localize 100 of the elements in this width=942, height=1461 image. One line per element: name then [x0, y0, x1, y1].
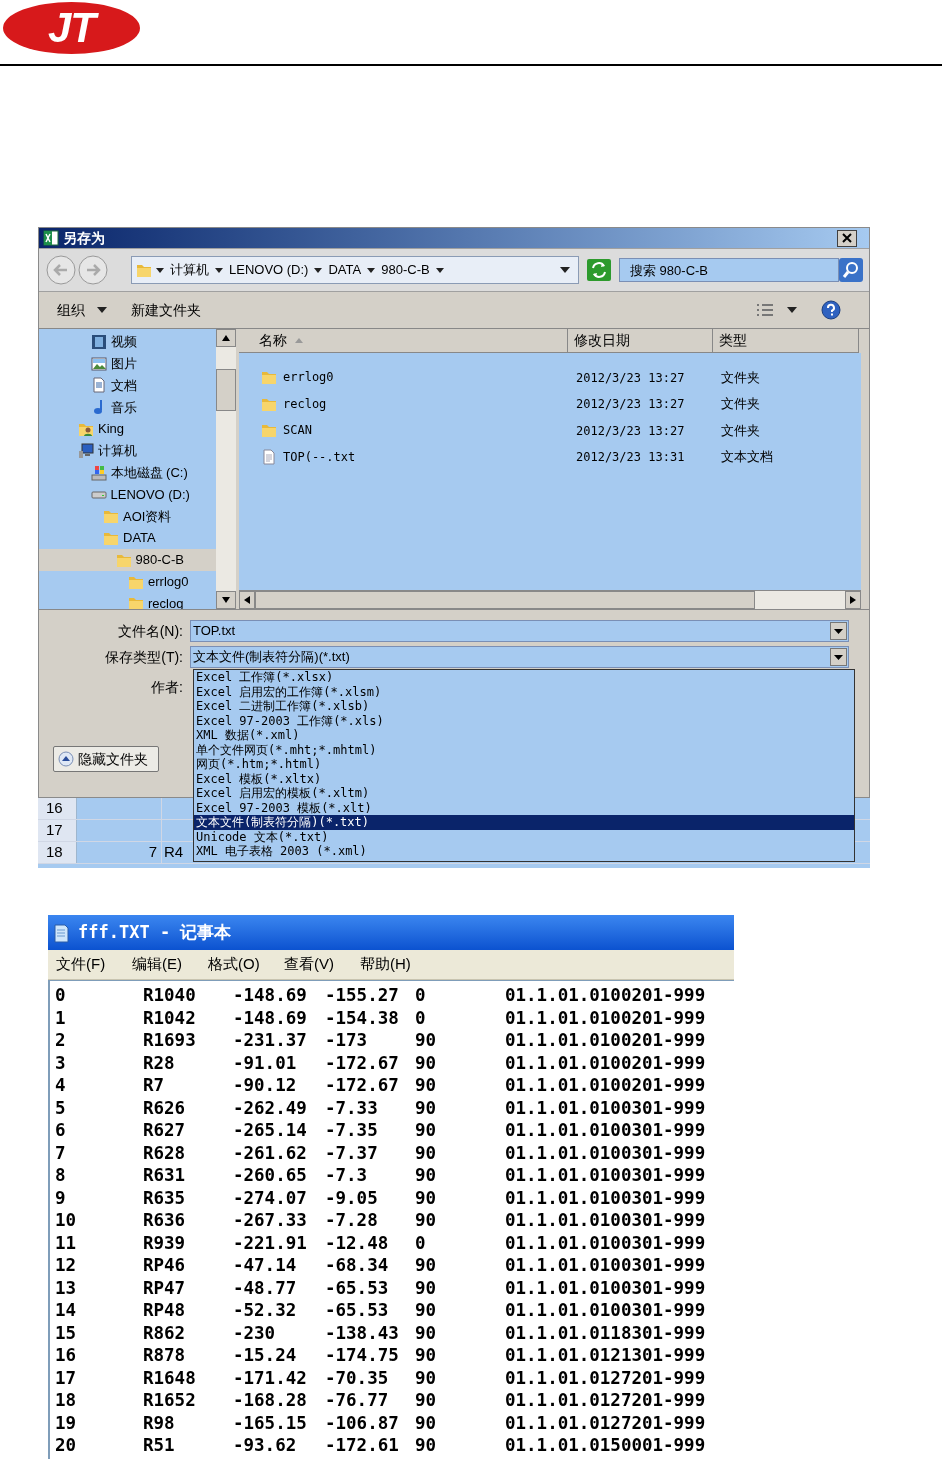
- row-header: 16: [38, 798, 77, 819]
- window-title: fff.TXT - 记事本: [78, 920, 232, 944]
- dropdown-option[interactable]: XML 电子表格 2003 (*.xml): [194, 844, 854, 859]
- tree-item[interactable]: 图片: [39, 352, 216, 375]
- text-cell: -171.42: [233, 1367, 307, 1388]
- text-cell: -172.67: [325, 1052, 399, 1073]
- menu-item[interactable]: 帮助(H): [360, 953, 436, 976]
- text-cell: 13: [55, 1277, 77, 1298]
- text-cell: 90: [415, 1052, 437, 1073]
- breadcrumb[interactable]: LENOVO (D:): [227, 260, 311, 280]
- dropdown-option[interactable]: Excel 工作簿(*.xlsx): [194, 670, 854, 685]
- field-label: 文件名(N):: [117, 622, 183, 639]
- tree-item[interactable]: King: [39, 418, 216, 440]
- tree-item[interactable]: 音乐: [39, 396, 216, 419]
- text-cell: -12.48: [325, 1232, 389, 1253]
- menu-item[interactable]: 格式(O): [208, 953, 284, 976]
- dropdown-option[interactable]: 网页(*.htm;*.html): [194, 757, 854, 772]
- view-list-icon[interactable]: [755, 302, 775, 318]
- text-cell: -65.53: [325, 1277, 389, 1298]
- refresh-icon[interactable]: [587, 259, 611, 281]
- address-bar[interactable]: 计算机 LENOVO (D:) DATA 980-C-B: [131, 256, 579, 284]
- tree-item[interactable]: 视频: [39, 331, 216, 353]
- logo: JT: [3, 2, 140, 54]
- column-header[interactable]: 修改日期: [568, 329, 713, 353]
- scrollbar-thumb[interactable]: [255, 591, 755, 609]
- row-header: 17: [38, 820, 77, 841]
- help-icon[interactable]: [821, 300, 841, 320]
- window-title: 另存为: [63, 228, 105, 248]
- text-cell: R28: [143, 1052, 175, 1073]
- text-cell: 15: [55, 1322, 77, 1343]
- tree-item[interactable]: errlog0: [39, 570, 216, 593]
- dropdown-option[interactable]: 单个文件网页(*.mht;*.mhtml): [194, 742, 854, 757]
- caret-icon[interactable]: [787, 307, 797, 313]
- text-cell: 90: [415, 1412, 437, 1433]
- dropdown-option[interactable]: 文本文件(制表符分隔)(*.txt): [194, 815, 854, 830]
- text-cell: 9: [55, 1187, 66, 1208]
- tree-item[interactable]: 计算机: [39, 440, 216, 462]
- text-cell: 7: [55, 1142, 66, 1163]
- text-cell: -261.62: [233, 1142, 307, 1163]
- search-icon[interactable]: [839, 258, 863, 282]
- text-cell: -76.77: [325, 1390, 389, 1411]
- tree-item[interactable]: AOI资料: [39, 505, 216, 528]
- text-cell: 0: [415, 1232, 426, 1253]
- text-cell: 01.1.01.0100201-999: [505, 1007, 706, 1028]
- menu-item[interactable]: 查看(V): [284, 953, 360, 976]
- tree-item[interactable]: LENOVO (D:): [39, 483, 216, 506]
- tree-item[interactable]: 本地磁盘 (C:): [39, 461, 216, 484]
- menu-item[interactable]: 文件(F): [56, 953, 132, 976]
- organize-button[interactable]: 组织: [57, 299, 107, 321]
- text-cell: 01.1.01.0100301-999: [505, 1210, 706, 1231]
- text-cell: 01.1.01.0100301-999: [505, 1255, 706, 1276]
- text-cell: -52.32: [233, 1300, 297, 1321]
- text-cell: 01.1.01.0127201-999: [505, 1390, 706, 1411]
- text-cell: 11: [55, 1232, 77, 1253]
- notepad-icon: [52, 922, 70, 943]
- breadcrumb[interactable]: 980-C-B: [379, 260, 432, 280]
- dropdown-option[interactable]: Unicode 文本(*.txt): [194, 829, 854, 844]
- hide-folders-button[interactable]: 隐藏文件夹: [53, 746, 159, 772]
- text-cell: 8: [55, 1165, 66, 1186]
- file-name-field[interactable]: TOP.txt: [190, 620, 849, 642]
- text-cell: R631: [143, 1165, 186, 1186]
- text-cell: 90: [415, 1435, 437, 1456]
- tree-item[interactable]: 文档: [39, 374, 216, 397]
- dropdown-option[interactable]: XML 数据(*.xml): [194, 728, 854, 743]
- text-cell: -70.35: [325, 1367, 389, 1388]
- breadcrumb[interactable]: DATA: [326, 260, 364, 280]
- column-header[interactable]: 类型: [713, 329, 859, 353]
- dropdown-option[interactable]: Excel 模板(*.xltx): [194, 771, 854, 786]
- text-cell: R1648: [143, 1367, 196, 1388]
- tree-item[interactable]: DATA: [39, 527, 216, 549]
- menu-item[interactable]: 编辑(E): [132, 953, 208, 976]
- text-cell: -172.67: [325, 1075, 399, 1096]
- breadcrumb[interactable]: 计算机: [168, 260, 211, 280]
- caret-icon[interactable]: [560, 266, 570, 274]
- dropdown-option[interactable]: Excel 启用宏的工作簿(*.xlsm): [194, 684, 854, 699]
- file-name[interactable]: SCAN: [283, 421, 312, 440]
- text-cell: 20: [55, 1435, 77, 1456]
- file-name[interactable]: reclog: [283, 394, 327, 413]
- column-header[interactable]: 名称: [239, 329, 568, 353]
- file-type: 文件夹: [721, 396, 760, 411]
- file-name[interactable]: errlog0: [283, 368, 334, 387]
- dropdown-option[interactable]: Excel 启用宏的模板(*.xltm): [194, 786, 854, 801]
- text-cell: R626: [143, 1097, 186, 1118]
- scrollbar[interactable]: [216, 329, 236, 609]
- dropdown-option[interactable]: Excel 97-2003 模板(*.xlt): [194, 800, 854, 815]
- text-cell: -93.62: [233, 1435, 297, 1456]
- dropdown-option[interactable]: Excel 97-2003 工作簿(*.xls): [194, 713, 854, 728]
- new-folder-button[interactable]: 新建文件夹: [131, 299, 201, 321]
- file-name[interactable]: TOP(--.txt: [283, 447, 356, 466]
- scrollbar[interactable]: [239, 590, 861, 609]
- text-cell: 01.1.01.0100301-999: [505, 1187, 706, 1208]
- search-field[interactable]: 搜索 980-C-B: [619, 258, 839, 282]
- save-type-dropdown[interactable]: 文本文件(制表符分隔)(*.txt): [190, 646, 849, 668]
- scrollbar-thumb[interactable]: [216, 369, 236, 411]
- text-cell: -7.28: [325, 1210, 378, 1231]
- tree-item[interactable]: 980-C-B: [39, 548, 216, 571]
- dropdown-option[interactable]: Excel 二进制工作簿(*.xlsb): [194, 699, 854, 714]
- text-cell: RP47: [143, 1277, 186, 1298]
- close-button[interactable]: [837, 229, 857, 247]
- text-cell: 90: [415, 1300, 437, 1321]
